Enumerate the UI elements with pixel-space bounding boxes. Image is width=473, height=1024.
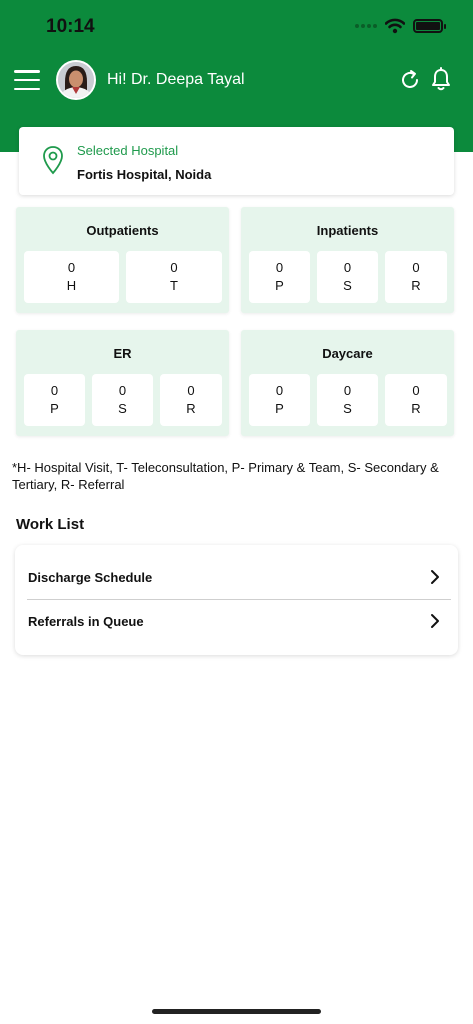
selected-hospital-card[interactable]: Selected Hospital Fortis Hospital, Noida [19, 127, 454, 195]
outpatients-title: Outpatients [86, 223, 159, 238]
status-time: 10:14 [46, 16, 95, 37]
outpatients-hospital-visit-cell[interactable]: 0 H [24, 251, 119, 303]
legend-note: *H- Hospital Visit, T- Teleconsultation,… [12, 460, 439, 492]
daycare-title: Daycare [322, 346, 373, 361]
inpatients-title: Inpatients [316, 223, 379, 238]
inpatients-secondary-cell[interactable]: 0 S [317, 251, 378, 303]
home-indicator[interactable] [152, 1009, 321, 1014]
worklist-item-label: Discharge Schedule [28, 570, 153, 585]
er-primary-cell[interactable]: 0 P [24, 374, 85, 426]
daycare-secondary-cell[interactable]: 0 S [317, 374, 378, 426]
status-icons [355, 18, 446, 34]
location-pin-icon [43, 146, 63, 175]
menu-button[interactable] [14, 70, 40, 90]
cell-value: 0 [187, 383, 195, 398]
cell-value: 0 [412, 260, 420, 275]
worklist-title: Work List [16, 516, 85, 533]
worklist-item-referrals-in-queue[interactable]: Referrals in Queue [15, 600, 458, 644]
avatar-icon [58, 62, 94, 98]
daycare-card: Daycare 0 P 0 S 0 R [241, 330, 454, 436]
greeting-text: Hi! Dr. Deepa Tayal [107, 71, 245, 88]
refresh-icon[interactable] [398, 68, 422, 92]
wifi-icon [385, 18, 405, 34]
cell-key: P [275, 278, 284, 293]
bell-icon[interactable] [430, 67, 452, 91]
chevron-right-icon [431, 570, 439, 584]
outpatients-card: Outpatients 0 H 0 T [16, 207, 229, 313]
cell-key: S [118, 401, 127, 416]
selected-hospital-label: Selected Hospital [77, 143, 179, 158]
inpatients-card: Inpatients 0 P 0 S 0 R [241, 207, 454, 313]
worklist-card: Discharge Schedule Referrals in Queue [15, 545, 458, 655]
cell-value: 0 [275, 260, 284, 275]
inpatients-referral-cell[interactable]: 0 R [385, 251, 447, 303]
cell-key: R [186, 401, 196, 416]
cell-value: 0 [412, 383, 420, 398]
daycare-primary-cell[interactable]: 0 P [249, 374, 310, 426]
cell-key: P [275, 401, 284, 416]
er-card: ER 0 P 0 S 0 R [16, 330, 229, 436]
er-referral-cell[interactable]: 0 R [160, 374, 222, 426]
cell-key: R [411, 278, 421, 293]
cell-key: H [66, 278, 77, 293]
worklist-item-discharge-schedule[interactable]: Discharge Schedule [15, 556, 458, 600]
cell-value: 0 [170, 260, 178, 275]
chevron-right-icon [431, 614, 439, 628]
battery-icon [413, 19, 446, 33]
cell-value: 0 [343, 260, 352, 275]
cell-value: 0 [343, 383, 352, 398]
outpatients-teleconsultation-cell[interactable]: 0 T [126, 251, 222, 303]
cell-value: 0 [67, 260, 76, 275]
cell-key: S [343, 401, 352, 416]
inpatients-primary-cell[interactable]: 0 P [249, 251, 310, 303]
cell-value: 0 [118, 383, 127, 398]
er-title: ER [113, 346, 132, 361]
signal-icon [355, 24, 377, 28]
worklist-item-label: Referrals in Queue [28, 614, 144, 629]
cell-key: R [411, 401, 421, 416]
hospital-name: Fortis Hospital, Noida [77, 167, 212, 182]
cell-value: 0 [275, 383, 284, 398]
daycare-referral-cell[interactable]: 0 R [385, 374, 447, 426]
avatar[interactable] [56, 60, 96, 100]
er-secondary-cell[interactable]: 0 S [92, 374, 153, 426]
cell-key: S [343, 278, 352, 293]
cell-key: P [50, 401, 59, 416]
cell-key: T [170, 278, 178, 293]
cell-value: 0 [50, 383, 59, 398]
